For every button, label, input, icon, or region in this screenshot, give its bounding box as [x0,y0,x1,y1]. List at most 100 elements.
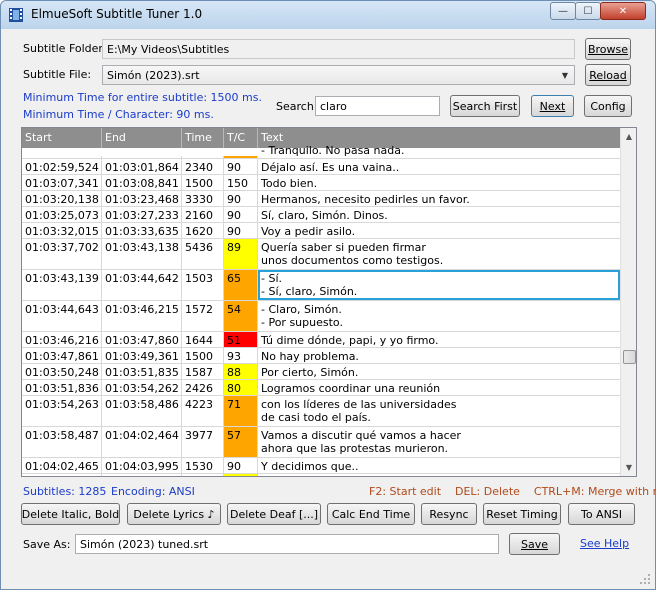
header-time[interactable]: Time [182,128,224,148]
cell-tc[interactable] [224,156,258,158]
subtitle-grid[interactable]: Start End Time T/C Text - Tranquilo. No … [21,127,637,477]
reset-timing-button[interactable]: Reset Timing [483,503,561,525]
cell-text[interactable]: Voy a pedir asilo. [258,223,620,238]
to-ansi-button[interactable]: To ANSI [568,503,635,525]
folder-field[interactable]: E:\My Videos\Subtitles [102,39,575,59]
cell-end[interactable]: 01:03:44,642 [102,270,182,300]
calc-end-time-button[interactable]: Calc End Time [327,503,415,525]
cell-start[interactable]: 01:03:25,073 [22,207,102,222]
cell-end[interactable]: 01:03:47,860 [102,332,182,347]
table-row[interactable]: 01:03:37,702 01:03:43,138 5436 89 Quería sab… [22,239,620,270]
cell-tc[interactable]: 51 [224,332,258,347]
table-row[interactable]: 01:03:51,836 01:03:54,262 2426 80 Logramos c… [22,380,620,396]
table-row[interactable]: 01:03:25,073 01:03:27,233 2160 90 Sí, claro,… [22,207,620,223]
cell-text[interactable]: Logramos coordinar una reunión [258,380,620,395]
cell-text[interactable]: Déjalo así. Es una vaina.. [258,159,620,174]
next-button[interactable]: Next [531,95,574,117]
cell-time[interactable] [182,156,224,158]
cell-start[interactable]: 01:03:58,487 [22,427,102,457]
table-row[interactable]: 01:02:59,524 01:03:01,864 2340 90 Déjalo así… [22,159,620,175]
cell-text[interactable]: Quería saber si pueden firmar unos docume… [258,239,620,269]
cell-time[interactable]: 1587 [182,364,224,379]
cell-end[interactable]: 01:03:23,468 [102,191,182,206]
cell-text[interactable]: - Claro, Simón. - Por supuesto. [258,301,620,331]
cell-end[interactable]: 01:03:46,215 [102,301,182,331]
cell-time[interactable]: 1620 [182,223,224,238]
scrollbar-thumb[interactable] [623,350,636,364]
cell-end[interactable]: 01:03:08,841 [102,175,182,190]
cell-text[interactable]: Hermanos, necesito pedirles un favor. [258,191,620,206]
cell-end[interactable]: 01:04:09,232 [102,474,182,476]
cell-time[interactable]: 2426 [182,380,224,395]
cell-time[interactable]: 4053 [182,474,224,476]
table-row[interactable]: 01:03:50,248 01:03:51,835 1587 88 Por cierto… [22,364,620,380]
cell-start[interactable]: 01:04:05,179 [22,474,102,476]
scroll-down-icon[interactable]: ▼ [621,459,636,476]
table-row[interactable]: 01:04:05,17901:04:09,232405383que la ide… [22,474,620,476]
cell-time[interactable]: 3330 [182,191,224,206]
save-button[interactable]: Save [509,533,560,555]
minimize-button[interactable]: — [550,2,576,20]
cell-tc[interactable]: 90 [224,223,258,238]
cell-start[interactable]: 01:03:44,643 [22,301,102,331]
cell-start[interactable]: 01:03:46,216 [22,332,102,347]
cell-time[interactable]: 1500 [182,348,224,363]
cell-end[interactable]: 01:03:43,138 [102,239,182,269]
header-end[interactable]: End [102,128,182,148]
cell-end[interactable]: 01:03:54,262 [102,380,182,395]
cell-end[interactable]: 01:03:01,864 [102,159,182,174]
delete-lyrics-button[interactable]: Delete Lyrics ♪ [127,503,221,525]
cell-start[interactable]: 01:03:43,139 [22,270,102,300]
cell-tc[interactable]: 90 [224,458,258,473]
title-bar[interactable]: ElmueSoft Subtitle Tuner 1.0 — ☐ ✕ [1,1,655,29]
delete-deaf-button[interactable]: Delete Deaf [...] [227,503,321,525]
cell-text[interactable]: que la idea es que todos vayamos a la re… [258,474,620,476]
cell-text[interactable]: - Tranquilo. No pasa nada. [258,145,620,158]
cell-start[interactable]: 01:02:59,524 [22,159,102,174]
cell-start[interactable]: 01:03:37,702 [22,239,102,269]
cell-end[interactable]: 01:03:33,635 [102,223,182,238]
cell-start[interactable]: 01:03:20,138 [22,191,102,206]
cell-tc[interactable]: 90 [224,191,258,206]
table-row[interactable]: 01:03:54,263 01:03:58,486 4223 71 con los lí… [22,396,620,427]
table-row[interactable]: 01:03:43,139 01:03:44,642 1503 65- Sí. - Sí,… [22,270,620,301]
cell-text[interactable]: con los líderes de las universidades de c… [258,396,620,426]
save-as-input[interactable]: Simón (2023) tuned.srt [75,534,499,554]
cell-time[interactable]: 2160 [182,207,224,222]
cell-tc[interactable]: 65 [224,270,258,300]
config-button[interactable]: Config [584,95,632,117]
cell-tc[interactable]: 150 [224,175,258,190]
cell-tc[interactable]: 83 [224,474,258,476]
cell-end[interactable]: 01:04:02,464 [102,427,182,457]
table-row[interactable]: 01:03:46,216 01:03:47,860 1644 51 Tú dime dó… [22,332,620,348]
cell-tc[interactable]: 89 [224,239,258,269]
cell-tc[interactable]: 90 [224,207,258,222]
cell-start[interactable]: 01:03:54,263 [22,396,102,426]
cell-start[interactable] [22,156,102,158]
cell-time[interactable]: 4223 [182,396,224,426]
scroll-up-icon[interactable]: ▲ [621,128,636,145]
cell-time[interactable]: 1530 [182,458,224,473]
table-row[interactable]: 01:03:20,138 01:03:23,468 3330 90 Hermanos, … [22,191,620,207]
search-input[interactable]: claro [315,96,440,116]
cell-end[interactable]: 01:03:49,361 [102,348,182,363]
cell-start[interactable]: 01:04:02,465 [22,458,102,473]
cell-text[interactable]: Por cierto, Simón. [258,364,620,379]
see-help-link[interactable]: See Help [580,537,629,550]
cell-tc[interactable]: 57 [224,427,258,457]
file-select[interactable]: Simón (2023).srt ▼ [102,65,575,85]
cell-text[interactable]: - Sí. - Sí, claro, Simón. [258,270,620,300]
vertical-scrollbar[interactable]: ▲ ▼ [620,128,636,476]
resize-grip-icon[interactable] [639,573,651,585]
maximize-button[interactable]: ☐ [575,2,601,20]
cell-text[interactable]: No hay problema. [258,348,620,363]
table-row[interactable]: 01:03:47,861 01:03:49,361 1500 93 No hay pro… [22,348,620,364]
table-row[interactable]: 01:03:58,487 01:04:02,464 3977 57 Vamos a di… [22,427,620,458]
cell-text[interactable]: Todo bien. [258,175,620,190]
resync-button[interactable]: Resync [421,503,477,525]
cell-end[interactable]: 01:03:27,233 [102,207,182,222]
cell-text[interactable]: Tú dime dónde, papi, y yo firmo. [258,332,620,347]
cell-time[interactable]: 1644 [182,332,224,347]
cell-text[interactable]: Vamos a discutir qué vamos a hacer ahora … [258,427,620,457]
cell-time[interactable]: 1503 [182,270,224,300]
